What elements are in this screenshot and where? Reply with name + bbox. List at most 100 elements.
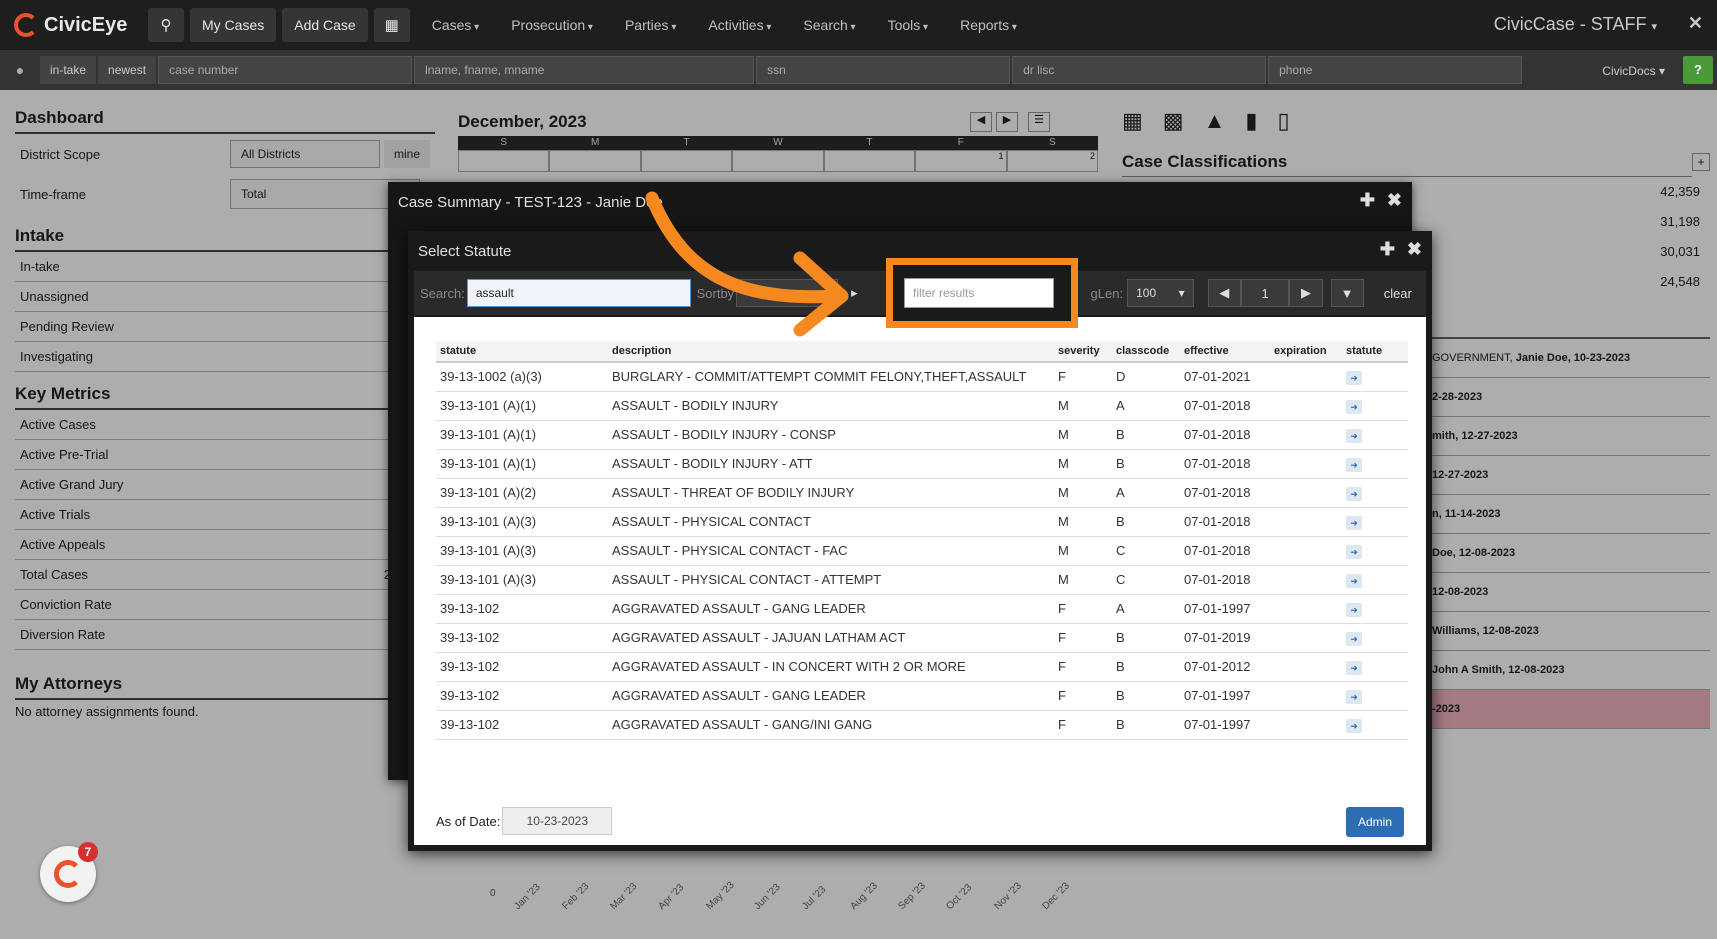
- calculator-icon[interactable]: ▦: [373, 8, 410, 42]
- select-arrow-icon[interactable]: ➜: [1346, 371, 1362, 385]
- select-arrow-icon[interactable]: ➜: [1346, 400, 1362, 414]
- col-classcode[interactable]: classcode: [1112, 341, 1180, 363]
- menu-cases[interactable]: Cases: [432, 17, 480, 33]
- select-statute-cell: ➜: [1342, 536, 1408, 566]
- admin-button[interactable]: Admin: [1346, 807, 1404, 837]
- select-arrow-icon[interactable]: ➜: [1346, 429, 1362, 443]
- select-statute-cell: ➜: [1342, 420, 1408, 450]
- table-row[interactable]: 39-13-101 (A)(3) ASSAULT - PHYSICAL CONTA…: [436, 507, 1408, 537]
- table-row[interactable]: 39-13-1002 (a)(3) BURGLARY - COMMIT/ATTEM…: [436, 362, 1408, 392]
- statute-search-input[interactable]: assault: [466, 279, 691, 307]
- expiration-cell: [1270, 420, 1342, 450]
- notification-count-badge: 7: [78, 842, 98, 862]
- expiration-cell: [1270, 362, 1342, 392]
- select-arrow-icon[interactable]: ➜: [1346, 545, 1362, 559]
- table-row[interactable]: 39-13-101 (A)(1) ASSAULT - BODILY INJURY …: [436, 449, 1408, 479]
- description-cell: ASSAULT - PHYSICAL CONTACT: [608, 507, 1054, 537]
- sortby-label: Sortby: [696, 285, 735, 301]
- severity-cell: F: [1054, 710, 1112, 740]
- classcode-cell: B: [1112, 449, 1180, 479]
- select-arrow-icon[interactable]: ➜: [1346, 690, 1362, 704]
- app-title[interactable]: CivicCase - STAFF ▾: [1494, 14, 1657, 35]
- menu-tools[interactable]: Tools: [888, 17, 929, 33]
- prev-page-icon[interactable]: ◀: [1207, 279, 1241, 307]
- app-logo[interactable]: CivicEye: [14, 13, 148, 37]
- effective-cell: 07-01-1997: [1180, 594, 1270, 624]
- menu-reports[interactable]: Reports: [960, 17, 1017, 33]
- description-cell: ASSAULT - BODILY INJURY: [608, 391, 1054, 421]
- select-arrow-icon[interactable]: ➜: [1346, 516, 1362, 530]
- expiration-cell: [1270, 652, 1342, 682]
- description-cell: ASSAULT - BODILY INJURY - CONSP: [608, 420, 1054, 450]
- search-icon[interactable]: ⚲: [148, 8, 184, 42]
- user-icon[interactable]: ●: [0, 62, 40, 78]
- select-arrow-icon[interactable]: ➜: [1346, 458, 1362, 472]
- civicdocs-menu[interactable]: CivicDocs ▾: [1602, 64, 1665, 78]
- chevron-down-icon[interactable]: ▼: [1330, 279, 1364, 307]
- page-number-input[interactable]: 1: [1240, 279, 1290, 307]
- select-statute-cell: ➜: [1342, 565, 1408, 595]
- table-row[interactable]: 39-13-102 AGGRAVATED ASSAULT - GANG/INI G…: [436, 710, 1408, 740]
- table-row[interactable]: 39-13-102 AGGRAVATED ASSAULT - GANG LEADE…: [436, 681, 1408, 711]
- severity-cell: F: [1054, 652, 1112, 682]
- next-page-icon[interactable]: ▶: [1289, 279, 1323, 307]
- phone-input[interactable]: phone: [1268, 56, 1523, 84]
- select-arrow-icon[interactable]: ➜: [1346, 603, 1362, 617]
- as-of-date-label: As of Date:: [436, 813, 501, 829]
- name-input[interactable]: lname, fname, mname: [414, 56, 755, 84]
- maximize-icon[interactable]: ✚: [1360, 190, 1375, 211]
- case-number-input[interactable]: case number: [158, 56, 413, 84]
- menu-activities[interactable]: Activities: [708, 17, 771, 33]
- maximize-icon[interactable]: ✚: [1380, 239, 1395, 260]
- col-statute[interactable]: statute: [436, 341, 608, 363]
- page-length-select[interactable]: 100 ▾: [1127, 279, 1194, 307]
- effective-cell: 07-01-1997: [1180, 681, 1270, 711]
- my-cases-button[interactable]: My Cases: [190, 8, 277, 42]
- in-take-button[interactable]: in-take: [40, 56, 97, 84]
- filter-results-input[interactable]: filter results: [904, 278, 1054, 308]
- table-row[interactable]: 39-13-101 (A)(1) ASSAULT - BODILY INJURY …: [436, 420, 1408, 450]
- help-button[interactable]: ?: [1683, 56, 1713, 84]
- menu-parties[interactable]: Parties: [625, 17, 676, 33]
- select-arrow-icon[interactable]: ➜: [1346, 487, 1362, 501]
- table-row[interactable]: 39-13-101 (A)(3) ASSAULT - PHYSICAL CONTA…: [436, 536, 1408, 566]
- add-case-button[interactable]: Add Case: [282, 8, 368, 42]
- select-arrow-icon[interactable]: ➜: [1346, 661, 1362, 675]
- menu-search[interactable]: Search: [803, 17, 855, 33]
- classcode-cell: B: [1112, 507, 1180, 537]
- as-of-date-input[interactable]: 10-23-2023: [502, 807, 613, 835]
- col-statute-action[interactable]: statute: [1342, 341, 1408, 363]
- effective-cell: 07-01-2018: [1180, 391, 1270, 421]
- newest-button[interactable]: newest: [98, 56, 157, 84]
- table-row[interactable]: 39-13-101 (A)(3) ASSAULT - PHYSICAL CONTA…: [436, 565, 1408, 595]
- table-row[interactable]: 39-13-102 AGGRAVATED ASSAULT - GANG LEADE…: [436, 594, 1408, 624]
- dr-lisc-input[interactable]: dr lisc: [1012, 56, 1267, 84]
- close-icon[interactable]: ✖: [1387, 190, 1402, 211]
- statute-cell: 39-13-101 (A)(1): [436, 449, 608, 479]
- col-description[interactable]: description: [608, 341, 1054, 363]
- table-row[interactable]: 39-13-102 AGGRAVATED ASSAULT - JAJUAN LAT…: [436, 623, 1408, 653]
- close-icon[interactable]: ✖: [1407, 239, 1422, 260]
- expiration-cell: [1270, 449, 1342, 479]
- select-arrow-icon[interactable]: ➜: [1346, 719, 1362, 733]
- col-expiration[interactable]: expiration: [1270, 341, 1342, 363]
- select-arrow-icon[interactable]: ➜: [1346, 574, 1362, 588]
- table-row[interactable]: 39-13-101 (A)(2) ASSAULT - THREAT OF BODI…: [436, 478, 1408, 508]
- table-row[interactable]: 39-13-101 (A)(1) ASSAULT - BODILY INJURY M…: [436, 391, 1408, 421]
- classcode-cell: B: [1112, 623, 1180, 653]
- col-severity[interactable]: severity: [1054, 341, 1112, 363]
- effective-cell: 07-01-2018: [1180, 478, 1270, 508]
- menu-prosecution[interactable]: Prosecution: [511, 17, 593, 33]
- table-row[interactable]: 39-13-102 AGGRAVATED ASSAULT - IN CONCERT…: [436, 652, 1408, 682]
- statute-cell: 39-13-102: [436, 710, 608, 740]
- sortby-select[interactable]: ▾: [736, 279, 838, 307]
- description-cell: ASSAULT - THREAT OF BODILY INJURY: [608, 478, 1054, 508]
- select-arrow-icon[interactable]: ➜: [1346, 632, 1362, 646]
- ssn-input[interactable]: ssn: [756, 56, 1011, 84]
- clear-button[interactable]: clear: [1369, 279, 1426, 307]
- effective-cell: 07-01-2018: [1180, 420, 1270, 450]
- col-effective[interactable]: effective: [1180, 341, 1270, 363]
- close-icon[interactable]: ✕: [1688, 13, 1703, 34]
- chevron-right-icon[interactable]: ▸: [841, 279, 868, 307]
- effective-cell: 07-01-2021: [1180, 362, 1270, 392]
